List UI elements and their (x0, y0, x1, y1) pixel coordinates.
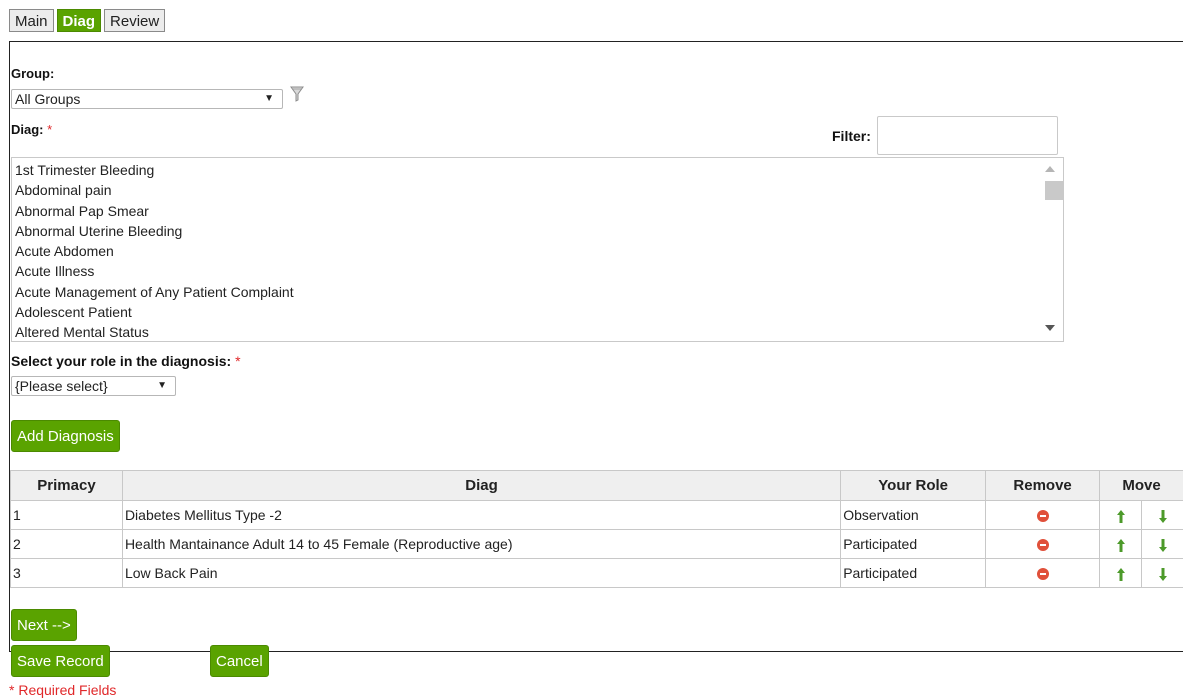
arrow-up-icon[interactable] (1116, 538, 1125, 552)
move-up-cell (1099, 500, 1142, 530)
move-down-cell (1141, 558, 1183, 588)
move-up-cell (1099, 529, 1142, 559)
list-item[interactable]: Acute Management of Any Patient Complain… (12, 282, 1063, 302)
arrow-down-icon[interactable] (1158, 538, 1167, 552)
role-cell: Participated (840, 558, 987, 588)
required-mark: * (235, 353, 241, 369)
tab-bar: Main Diag Review (9, 9, 166, 32)
primacy-cell: 3 (10, 558, 123, 588)
arrow-down-icon[interactable] (1158, 509, 1167, 523)
table-header-row: Primacy Diag Your Role Remove Move (10, 470, 1183, 501)
diag-cell: Low Back Pain (121, 558, 842, 588)
cancel-button[interactable]: Cancel (210, 645, 269, 677)
required-fields-note: * Required Fields (9, 682, 117, 698)
role-label: Select your role in the diagnosis: * (11, 353, 241, 369)
list-item[interactable]: Adolescent Patient (12, 302, 1063, 322)
remove-icon[interactable] (1036, 539, 1049, 552)
list-item[interactable]: Altered Mental Status (12, 322, 1063, 341)
primacy-cell: 1 (10, 500, 123, 530)
group-label: Group: (11, 66, 55, 81)
filter-input[interactable] (877, 116, 1058, 155)
column-header-move: Move (1099, 470, 1183, 501)
scroll-down-icon[interactable] (1045, 325, 1055, 331)
required-mark: * (47, 122, 53, 137)
diagnosis-table: Primacy Diag Your Role Remove Move 1 Dia… (10, 470, 1183, 588)
funnel-icon[interactable] (290, 86, 304, 102)
list-item[interactable]: Abnormal Uterine Bleeding (12, 221, 1063, 241)
filter-label: Filter: (832, 128, 871, 144)
save-record-button[interactable]: Save Record (11, 645, 110, 677)
scroll-up-icon[interactable] (1045, 166, 1055, 172)
primacy-cell: 2 (10, 529, 123, 559)
role-cell: Observation (840, 500, 987, 530)
diag-cell: Diabetes Mellitus Type -2 (121, 500, 842, 530)
table-row: 2 Health Mantainance Adult 14 to 45 Fema… (10, 529, 1183, 559)
tab-review[interactable]: Review (104, 9, 166, 32)
arrow-down-icon[interactable] (1158, 567, 1167, 581)
arrow-up-icon[interactable] (1116, 509, 1125, 523)
next-button[interactable]: Next --> (11, 609, 77, 641)
list-item[interactable]: Abnormal Pap Smear (12, 201, 1063, 221)
list-item[interactable]: Acute Illness (12, 261, 1063, 281)
move-down-cell (1141, 529, 1183, 559)
diag-panel: Group: All Groups ▼ Diag: * Filter: 1st … (9, 41, 1183, 677)
column-header-remove: Remove (985, 470, 1101, 501)
column-header-your-role: Your Role (840, 470, 987, 501)
diag-cell: Health Mantainance Adult 14 to 45 Female… (121, 529, 842, 559)
remove-icon[interactable] (1036, 568, 1049, 581)
list-item[interactable]: 1st Trimester Bleeding (12, 160, 1063, 180)
list-item[interactable]: Abdominal pain (12, 180, 1063, 200)
tab-diag[interactable]: Diag (56, 9, 102, 32)
column-header-primacy: Primacy (10, 470, 123, 501)
remove-icon[interactable] (1036, 510, 1049, 523)
table-row: 3 Low Back Pain Participated (10, 558, 1183, 588)
chevron-down-icon: ▼ (157, 380, 167, 391)
column-header-diag: Diag (121, 470, 842, 501)
list-item[interactable]: Acute Abdomen (12, 241, 1063, 261)
chevron-down-icon: ▼ (264, 93, 274, 104)
role-cell: Participated (840, 529, 987, 559)
role-label-text: Select your role in the diagnosis: (11, 353, 232, 369)
add-diagnosis-button[interactable]: Add Diagnosis (11, 420, 120, 452)
diag-label: Diag: * (11, 122, 52, 137)
group-select[interactable]: All Groups ▼ (11, 89, 283, 109)
arrow-up-icon[interactable] (1116, 567, 1125, 581)
diag-label-text: Diag: (11, 122, 44, 137)
remove-cell (985, 558, 1101, 588)
listbox-scrollbar[interactable] (1040, 158, 1063, 341)
scroll-thumb[interactable] (1045, 181, 1063, 200)
move-down-cell (1141, 500, 1183, 530)
role-select-value: {Please select} (15, 378, 108, 394)
tab-main[interactable]: Main (9, 9, 54, 32)
role-select[interactable]: {Please select} ▼ (11, 376, 176, 396)
remove-cell (985, 529, 1101, 559)
move-up-cell (1099, 558, 1142, 588)
group-select-value: All Groups (15, 91, 81, 107)
table-row: 1 Diabetes Mellitus Type -2 Observation (10, 500, 1183, 530)
diag-listbox[interactable]: 1st Trimester Bleeding Abdominal pain Ab… (11, 157, 1064, 342)
remove-cell (985, 500, 1101, 530)
